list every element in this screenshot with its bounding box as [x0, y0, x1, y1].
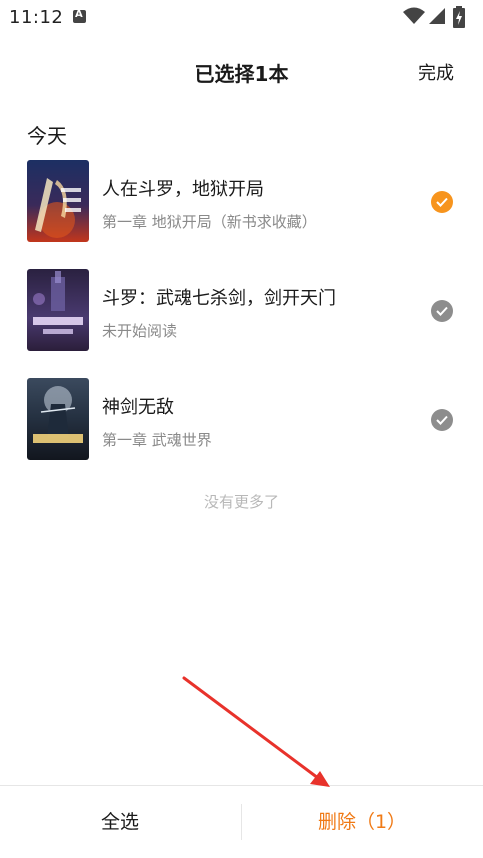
page-title: 已选择1本: [194, 62, 289, 86]
header: 已选择1本 完成: [0, 34, 483, 106]
list-item[interactable]: 神剑无敌 第一章 武魂世界: [0, 378, 483, 487]
checked-icon[interactable]: [431, 191, 453, 213]
book-title: 斗罗：武魂七杀剑，剑开天门: [102, 288, 336, 309]
book-progress: 第一章 地狱开局（新书求收藏）: [102, 213, 317, 231]
book-cover: [27, 378, 89, 460]
battery-charging-icon: [453, 6, 465, 28]
book-progress: 未开始阅读: [102, 322, 178, 340]
unchecked-icon[interactable]: [431, 300, 453, 322]
list-end-text: 没有更多了: [203, 493, 279, 511]
select-all-button[interactable]: 全选: [0, 786, 240, 858]
section-title: 今天: [27, 124, 67, 148]
book-title: 人在斗罗，地狱开局: [102, 179, 264, 200]
status-bar: 11:12: [0, 0, 483, 34]
status-time: 11:12: [9, 7, 64, 28]
cell-signal-icon: [429, 8, 445, 24]
book-cover: [27, 269, 89, 351]
wifi-icon: [403, 7, 425, 24]
book-cover: [27, 160, 89, 242]
delete-button[interactable]: 删除（1）: [242, 786, 482, 858]
bottom-action-bar: 全选 删除（1）: [0, 785, 483, 858]
unchecked-icon[interactable]: [431, 409, 453, 431]
list-item[interactable]: 人在斗罗，地狱开局 第一章 地狱开局（新书求收藏）: [0, 160, 483, 269]
list-item[interactable]: 斗罗：武魂七杀剑，剑开天门 未开始阅读: [0, 269, 483, 378]
text-a-icon: [73, 9, 86, 23]
book-progress: 第一章 武魂世界: [102, 431, 212, 449]
book-list: 人在斗罗，地狱开局 第一章 地狱开局（新书求收藏） 斗罗：武魂七杀剑，剑开天门 …: [0, 160, 483, 487]
book-title: 神剑无敌: [102, 397, 174, 418]
done-button[interactable]: 完成: [418, 59, 454, 85]
screen: 11:12 已选择1本 完成 今天: [0, 0, 483, 858]
